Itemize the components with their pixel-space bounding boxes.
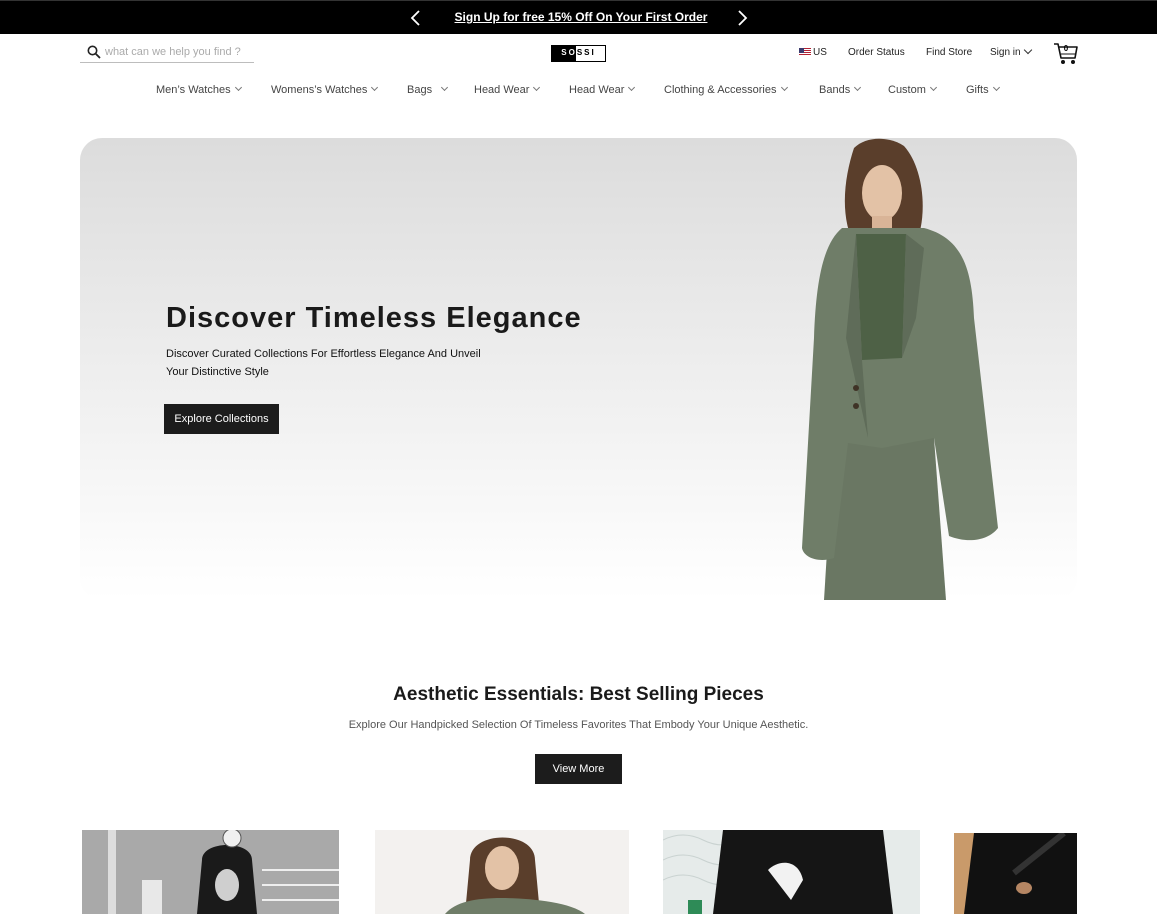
- product-image[interactable]: [375, 830, 629, 914]
- search-icon[interactable]: [87, 45, 101, 59]
- cart-button[interactable]: 0: [1053, 42, 1079, 66]
- nav-label: Head Wear: [474, 84, 530, 96]
- nav-label: Men’s Watches: [156, 84, 231, 96]
- nav-item-mens-watches[interactable]: Men’s Watches: [156, 83, 242, 96]
- chevron-down-icon: [992, 83, 1000, 92]
- nav-label: Custom: [888, 84, 926, 96]
- nav-item-head-wear-2[interactable]: Head Wear: [569, 83, 636, 96]
- chevron-down-icon: [1023, 45, 1032, 55]
- chevron-down-icon: [441, 83, 449, 92]
- chevron-down-icon: [533, 83, 541, 92]
- chevron-down-icon: [371, 83, 379, 92]
- nav-label: Gifts: [966, 84, 989, 96]
- logo-text: SOSSI: [561, 48, 596, 57]
- nav-item-bands[interactable]: Bands: [819, 83, 862, 96]
- hero-subtitle: Discover Curated Collections For Effortl…: [166, 348, 481, 378]
- nav-label: Clothing & Accessories: [664, 84, 777, 96]
- nav-item-womens-watches[interactable]: Womens’s Watches: [271, 83, 379, 96]
- nav-item-gifts[interactable]: Gifts: [966, 83, 1000, 96]
- section-subtitle: Explore Our Handpicked Selection Of Time…: [348, 719, 809, 731]
- nav-label: Head Wear: [569, 84, 625, 96]
- product-image[interactable]: [954, 833, 1077, 914]
- hero-title: Discover Timeless Elegance: [166, 302, 582, 334]
- product-image[interactable]: [82, 830, 339, 914]
- promo-bar: Sign Up for free 15% Off On Your First O…: [0, 0, 1157, 34]
- section-title: Aesthetic Essentials: Best Selling Piece…: [393, 684, 764, 705]
- chevron-right-icon[interactable]: [734, 9, 750, 27]
- hero-banner: Discover Timeless Elegance Discover Cura…: [80, 138, 1077, 600]
- promo-text[interactable]: Sign Up for free 15% Off On Your First O…: [440, 10, 722, 24]
- search-bar: [80, 42, 254, 63]
- sign-in-label: Sign in: [990, 47, 1021, 58]
- country-label: US: [813, 47, 827, 58]
- nav-item-bags[interactable]: Bags: [407, 83, 449, 96]
- hero-model-image: [802, 138, 998, 600]
- search-input[interactable]: [105, 44, 250, 60]
- nav-item-clothing-accessories[interactable]: Clothing & Accessories: [664, 83, 788, 96]
- chevron-down-icon: [628, 83, 636, 92]
- cart-count: 0: [1063, 44, 1069, 53]
- view-more-button[interactable]: View More: [535, 754, 622, 784]
- product-image[interactable]: [663, 830, 920, 914]
- chevron-down-icon: [854, 83, 862, 92]
- nav-label: Bags: [407, 84, 433, 96]
- order-status-link[interactable]: Order Status: [848, 47, 905, 58]
- chevron-down-icon: [234, 83, 242, 92]
- main-nav: Men’s Watches Womens’s Watches Bags Head…: [0, 83, 1157, 100]
- country-selector[interactable]: US: [799, 47, 827, 58]
- nav-item-head-wear[interactable]: Head Wear: [474, 83, 541, 96]
- nav-label: Bands: [819, 84, 851, 96]
- us-flag-icon: [799, 48, 811, 56]
- explore-collections-button[interactable]: Explore Collections: [164, 404, 279, 434]
- nav-label: Womens’s Watches: [271, 84, 368, 96]
- chevron-left-icon[interactable]: [408, 9, 424, 27]
- logo[interactable]: SOSSI: [551, 45, 606, 62]
- chevron-down-icon: [929, 83, 937, 92]
- find-store-link[interactable]: Find Store: [926, 47, 972, 58]
- nav-item-custom[interactable]: Custom: [888, 83, 937, 96]
- sign-in-menu[interactable]: Sign in: [990, 45, 1032, 58]
- chevron-down-icon: [780, 83, 788, 92]
